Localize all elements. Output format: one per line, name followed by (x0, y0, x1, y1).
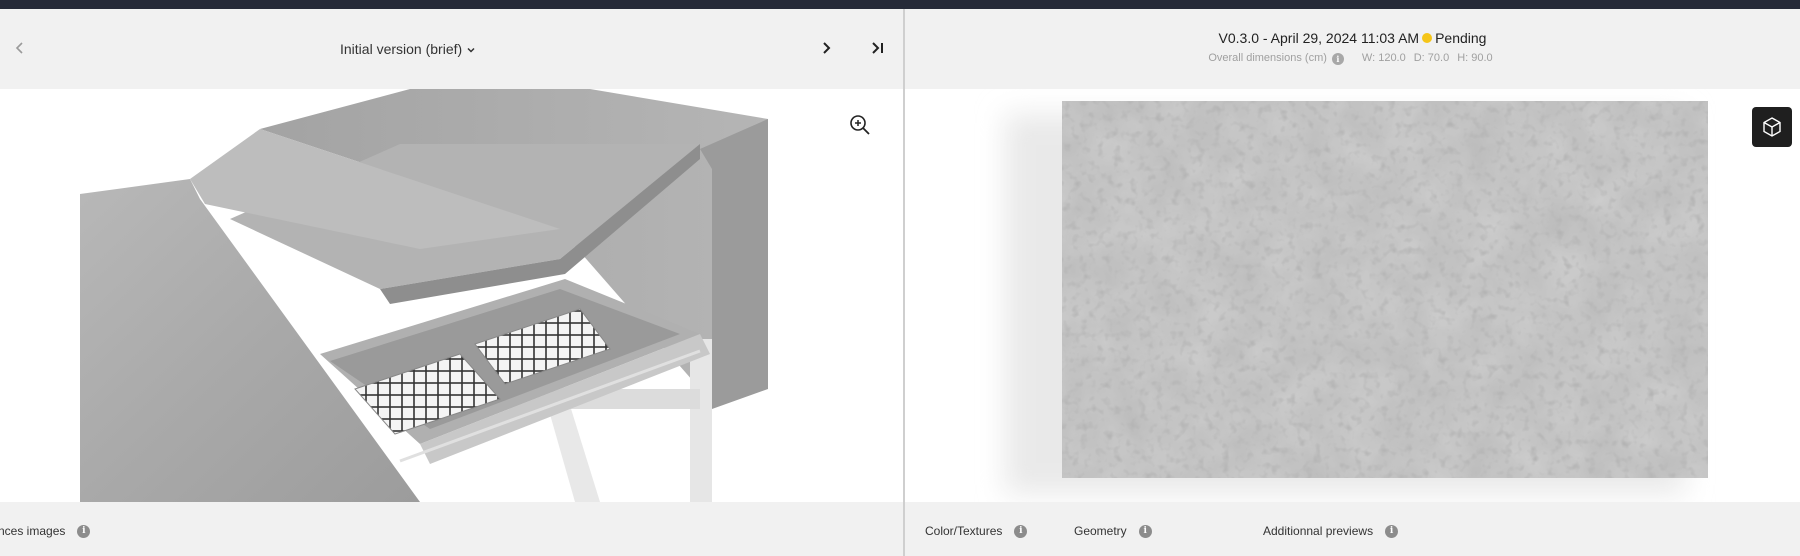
version-text: V0.3.0 - April 29, 2024 11:03 AM (1218, 30, 1420, 46)
width-value: W: 120.0 (1361, 52, 1406, 64)
status-badge: Pending (1435, 30, 1487, 46)
skip-to-end-icon (872, 42, 883, 54)
info-icon[interactable]: i (1385, 524, 1399, 538)
info-icon[interactable]: i (1331, 53, 1344, 65)
reference-image (0, 89, 904, 502)
3d-view-button[interactable] (1752, 107, 1792, 147)
texture-preview-viewer (905, 89, 1800, 502)
chevron-down-icon (467, 47, 475, 53)
reference-image-viewer (0, 89, 904, 502)
tab-label: Additionnal previews (1263, 524, 1374, 538)
tab-additional-previews[interactable]: Additionnal previews i (1263, 524, 1399, 538)
last-version-button[interactable] (868, 39, 890, 57)
previous-version-button[interactable] (12, 39, 28, 57)
next-version-button[interactable] (818, 39, 836, 57)
tab-references-images[interactable]: nces images i (0, 524, 91, 538)
texture-preview-image (1005, 101, 1708, 494)
zoom-in-icon (850, 115, 870, 135)
depth-value: D: 70.0 (1413, 52, 1450, 64)
height-value: H: 90.0 (1457, 52, 1493, 64)
info-icon[interactable]: i (77, 524, 91, 538)
version-selector[interactable]: Initial version (brief) (340, 39, 476, 59)
info-icon[interactable]: i (1014, 524, 1028, 538)
tab-label: nces images (0, 524, 66, 538)
version-pane: V0.3.0 - April 29, 2024 11:03 AM Pending … (905, 9, 1800, 556)
tab-color-textures[interactable]: Color/Textures i (925, 524, 1028, 538)
chevron-left-icon (15, 42, 23, 54)
zoom-in-button[interactable] (848, 113, 872, 137)
status-indicator (1422, 33, 1433, 43)
dimensions-label: Overall dimensions (cm) (1208, 52, 1327, 64)
tab-label: Color/Textures (925, 524, 1003, 538)
reference-pane: Initial version (brief) nces images i (0, 9, 904, 556)
dimensions-info: Overall dimensions (cm) i W: 120.0 D: 70.0 H… (905, 52, 1800, 65)
tab-geometry[interactable]: Geometry i (1074, 524, 1152, 538)
version-selector-label: Initial version (brief) (340, 41, 463, 57)
reference-footer: nces images i (0, 502, 904, 556)
version-footer: Color/Textures i Geometry i Additionnal … (905, 502, 1800, 556)
version-info: V0.3.0 - April 29, 2024 11:03 AM Pending (905, 30, 1800, 46)
tab-label: Geometry (1074, 524, 1127, 538)
chevron-right-icon (823, 42, 831, 54)
top-bar (0, 0, 1800, 9)
cube-icon (1763, 117, 1781, 137)
info-icon[interactable]: i (1138, 524, 1152, 538)
